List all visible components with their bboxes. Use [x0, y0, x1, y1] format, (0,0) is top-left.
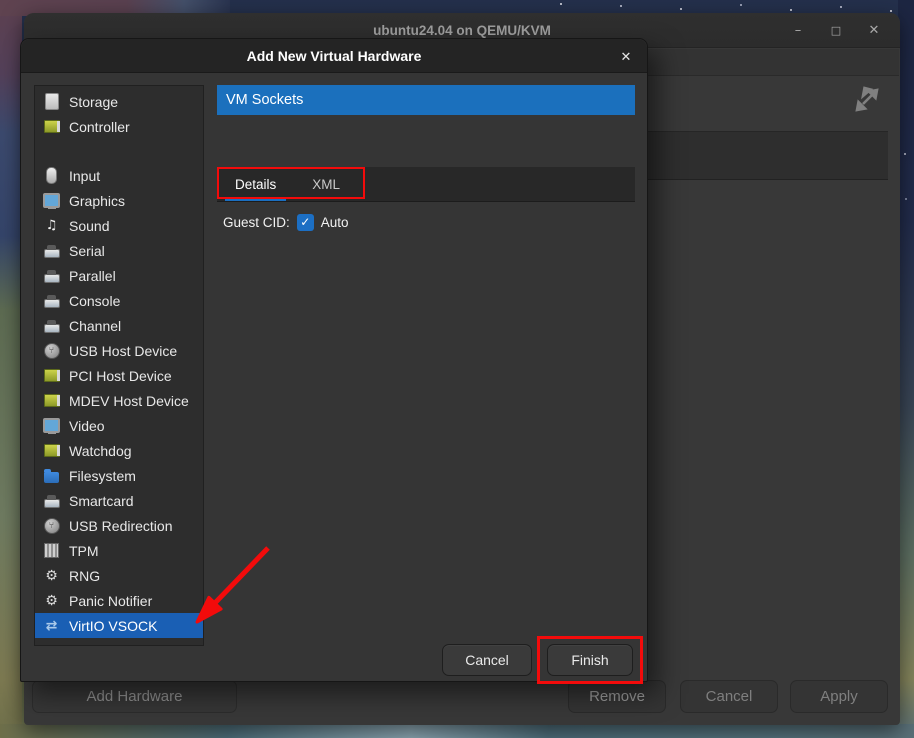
sidebar-item-label: Storage [69, 94, 118, 110]
gear-icon: ⚙ [43, 567, 60, 584]
add-hardware-dialog: Add New Virtual Hardware ✕ Storage Contro… [20, 38, 648, 682]
sidebar-item-serial[interactable]: Serial [35, 238, 203, 263]
sidebar-item-panic-notifier[interactable]: ⚙ Panic Notifier [35, 588, 203, 613]
sidebar-item-input[interactable]: Input [35, 163, 203, 188]
desktop: ubuntu24.04 on QEMU/KVM – □ ✕ Add Hardwa… [0, 0, 914, 738]
background-cancel-button[interactable]: Cancel [680, 680, 778, 713]
sidebar-item-storage[interactable]: Storage [35, 89, 203, 114]
sidebar-item-label: USB Host Device [69, 343, 177, 359]
sidebar-item-label: Input [69, 168, 100, 184]
sidebar-item-label: Parallel [69, 268, 116, 284]
auto-label: Auto [321, 215, 349, 230]
sidebar-item-virtio-vsock[interactable]: ⇄ VirtIO VSOCK [35, 613, 203, 638]
sidebar-item-label: Smartcard [69, 493, 134, 509]
sidebar-item-label: RNG [69, 568, 100, 584]
sidebar-spacer [35, 139, 203, 163]
sidebar-item-label: TPM [69, 543, 99, 559]
sidebar-item-label: Channel [69, 318, 121, 334]
sidebar-item-label: Console [69, 293, 120, 309]
sidebar-item-label: USB Redirection [69, 518, 173, 534]
sidebar-item-watchdog[interactable]: Watchdog [35, 438, 203, 463]
sidebar-item-parallel[interactable]: Parallel [35, 263, 203, 288]
dialog-titlebar[interactable]: Add New Virtual Hardware ✕ [21, 39, 647, 73]
serial-icon [43, 492, 60, 509]
serial-icon [43, 242, 60, 259]
sidebar-item-smartcard[interactable]: Smartcard [35, 488, 203, 513]
sidebar-item-label: MDEV Host Device [69, 393, 189, 409]
usb-icon [43, 517, 60, 534]
sidebar-item-console[interactable]: Console [35, 288, 203, 313]
minimize-icon[interactable]: – [786, 19, 810, 43]
sidebar-item-label: Sound [69, 218, 109, 234]
add-hardware-button[interactable]: Add Hardware [32, 680, 237, 713]
sidebar-item-label: PCI Host Device [69, 368, 172, 384]
wallpaper-bottom-strip [0, 724, 914, 738]
usb-icon [43, 342, 60, 359]
window-controls: – □ ✕ [786, 13, 886, 48]
tpm-icon [43, 542, 60, 559]
sidebar-item-label: Serial [69, 243, 105, 259]
sidebar-item-graphics[interactable]: Graphics [35, 188, 203, 213]
sidebar-item-label: Controller [69, 119, 130, 135]
sidebar-item-label: Video [69, 418, 105, 434]
sidebar-item-label: Panic Notifier [69, 593, 152, 609]
hardware-type-list: Storage Controller Input Graphics ♫ Sound Seri… [34, 85, 204, 646]
arrows-icon: ⇄ [43, 617, 60, 634]
chip-icon [43, 118, 60, 135]
wallpaper-left-strip [0, 0, 22, 738]
dialog-close-icon[interactable]: ✕ [615, 46, 637, 68]
tab-details[interactable]: Details [217, 167, 294, 202]
sidebar-item-controller[interactable]: Controller [35, 114, 203, 139]
monitor-icon [43, 417, 60, 434]
sidebar-item-tpm[interactable]: TPM [35, 538, 203, 563]
dialog-footer: Cancel Finish [21, 644, 647, 676]
serial-icon [43, 317, 60, 334]
serial-icon [43, 267, 60, 284]
tab-xml[interactable]: XML [294, 167, 358, 202]
maximize-icon[interactable]: □ [824, 19, 848, 43]
sidebar-item-label: VirtIO VSOCK [69, 618, 157, 634]
sound-icon: ♫ [43, 217, 60, 234]
monitor-icon [43, 192, 60, 209]
sidebar-item-mdev-host-device[interactable]: MDEV Host Device [35, 388, 203, 413]
sidebar-item-label: Graphics [69, 193, 125, 209]
sidebar-item-rng[interactable]: ⚙ RNG [35, 563, 203, 588]
gear-icon: ⚙ [43, 592, 60, 609]
wallpaper-right-strip [898, 0, 914, 738]
dialog-content: VM Sockets DetailsXML Guest CID: ✓ Auto [217, 85, 635, 646]
wallpaper-stars [560, 3, 562, 5]
chip-icon [43, 392, 60, 409]
folder-icon [43, 467, 60, 484]
chip-icon [43, 367, 60, 384]
close-icon[interactable]: ✕ [862, 19, 886, 43]
sidebar-item-pci-host-device[interactable]: PCI Host Device [35, 363, 203, 388]
finish-button[interactable]: Finish [547, 644, 633, 676]
mouse-icon [43, 167, 60, 184]
sidebar-item-filesystem[interactable]: Filesystem [35, 463, 203, 488]
fullscreen-icon[interactable] [852, 85, 882, 115]
cancel-button[interactable]: Cancel [442, 644, 532, 676]
sidebar-item-video[interactable]: Video [35, 413, 203, 438]
guest-cid-label: Guest CID: [223, 215, 290, 230]
panel-header: VM Sockets [217, 85, 635, 115]
tab-bar: DetailsXML [217, 167, 635, 202]
sidebar-item-sound[interactable]: ♫ Sound [35, 213, 203, 238]
auto-checkbox[interactable]: ✓ [297, 214, 314, 231]
chip-icon [43, 442, 60, 459]
dialog-title: Add New Virtual Hardware [21, 39, 647, 73]
sidebar-item-usb-redirection[interactable]: USB Redirection [35, 513, 203, 538]
remove-button[interactable]: Remove [568, 680, 666, 713]
sidebar-item-label: Filesystem [69, 468, 136, 484]
sidebar-item-channel[interactable]: Channel [35, 313, 203, 338]
serial-icon [43, 292, 60, 309]
guest-cid-row: Guest CID: ✓ Auto [223, 209, 349, 235]
sidebar-item-usb-host-device[interactable]: USB Host Device [35, 338, 203, 363]
apply-button[interactable]: Apply [790, 680, 888, 713]
sidebar-item-label: Watchdog [69, 443, 132, 459]
drive-icon [43, 93, 60, 110]
